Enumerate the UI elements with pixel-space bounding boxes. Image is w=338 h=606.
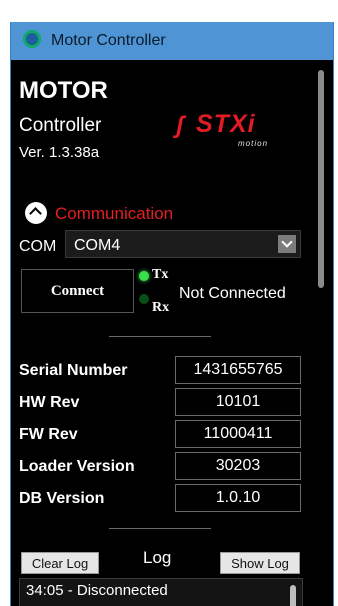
log-scrollbar[interactable] [290, 585, 296, 606]
db-version-value: 1.0.10 [175, 484, 301, 512]
scrollbar[interactable] [318, 70, 324, 288]
stxi-logo: ʃ STXi motion [176, 108, 291, 148]
chevron-up-icon[interactable] [25, 202, 47, 224]
logo-word: STXi [196, 110, 256, 138]
com-port-select[interactable]: COM4 [65, 230, 301, 258]
logo-subtext: motion [238, 139, 269, 148]
loader-version-label: Loader Version [19, 458, 135, 475]
logo-swoosh-icon: ʃ [176, 112, 184, 139]
app-circle-icon [23, 30, 41, 48]
log-entry: 34:05 - Disconnected [26, 582, 168, 599]
title-bar[interactable]: Motor Controller [11, 22, 333, 60]
log-title: Log [143, 548, 172, 567]
rx-label: Rx [152, 300, 170, 315]
hw-rev-label: HW Rev [19, 394, 80, 411]
background-strip [0, 0, 338, 22]
clear-log-button[interactable]: Clear Log [21, 552, 99, 574]
window-title: Motor Controller [51, 32, 166, 49]
motor-controller-window: Motor Controller MOTOR Controller Ver. 1… [10, 22, 334, 606]
hw-rev-value: 10101 [175, 388, 301, 416]
rx-led-icon [139, 294, 149, 304]
log-list[interactable]: 34:05 - Disconnected [19, 578, 303, 606]
db-version-label: DB Version [19, 490, 105, 507]
serial-number-value: 1431655765 [175, 356, 301, 384]
connection-status: Not Connected [179, 285, 286, 302]
divider [109, 528, 211, 529]
header-title-big: MOTOR [19, 77, 108, 104]
communication-section-label[interactable]: Communication [55, 204, 173, 224]
com-port-label: COM [19, 238, 57, 255]
loader-version-value: 30203 [175, 452, 301, 480]
show-log-button[interactable]: Show Log [220, 552, 300, 574]
tx-label: Tx [152, 267, 169, 282]
header-title-sub: Controller [19, 115, 102, 136]
fw-rev-value: 11000411 [175, 420, 301, 448]
divider [109, 336, 211, 337]
chevron-down-icon[interactable] [278, 235, 296, 253]
com-port-value: COM4 [74, 237, 121, 254]
serial-number-label: Serial Number [19, 362, 128, 379]
tx-led-icon [139, 271, 149, 281]
fw-rev-label: FW Rev [19, 426, 78, 443]
connect-button[interactable]: Connect [21, 269, 134, 313]
version-text: Ver. 1.3.38a [19, 144, 100, 161]
